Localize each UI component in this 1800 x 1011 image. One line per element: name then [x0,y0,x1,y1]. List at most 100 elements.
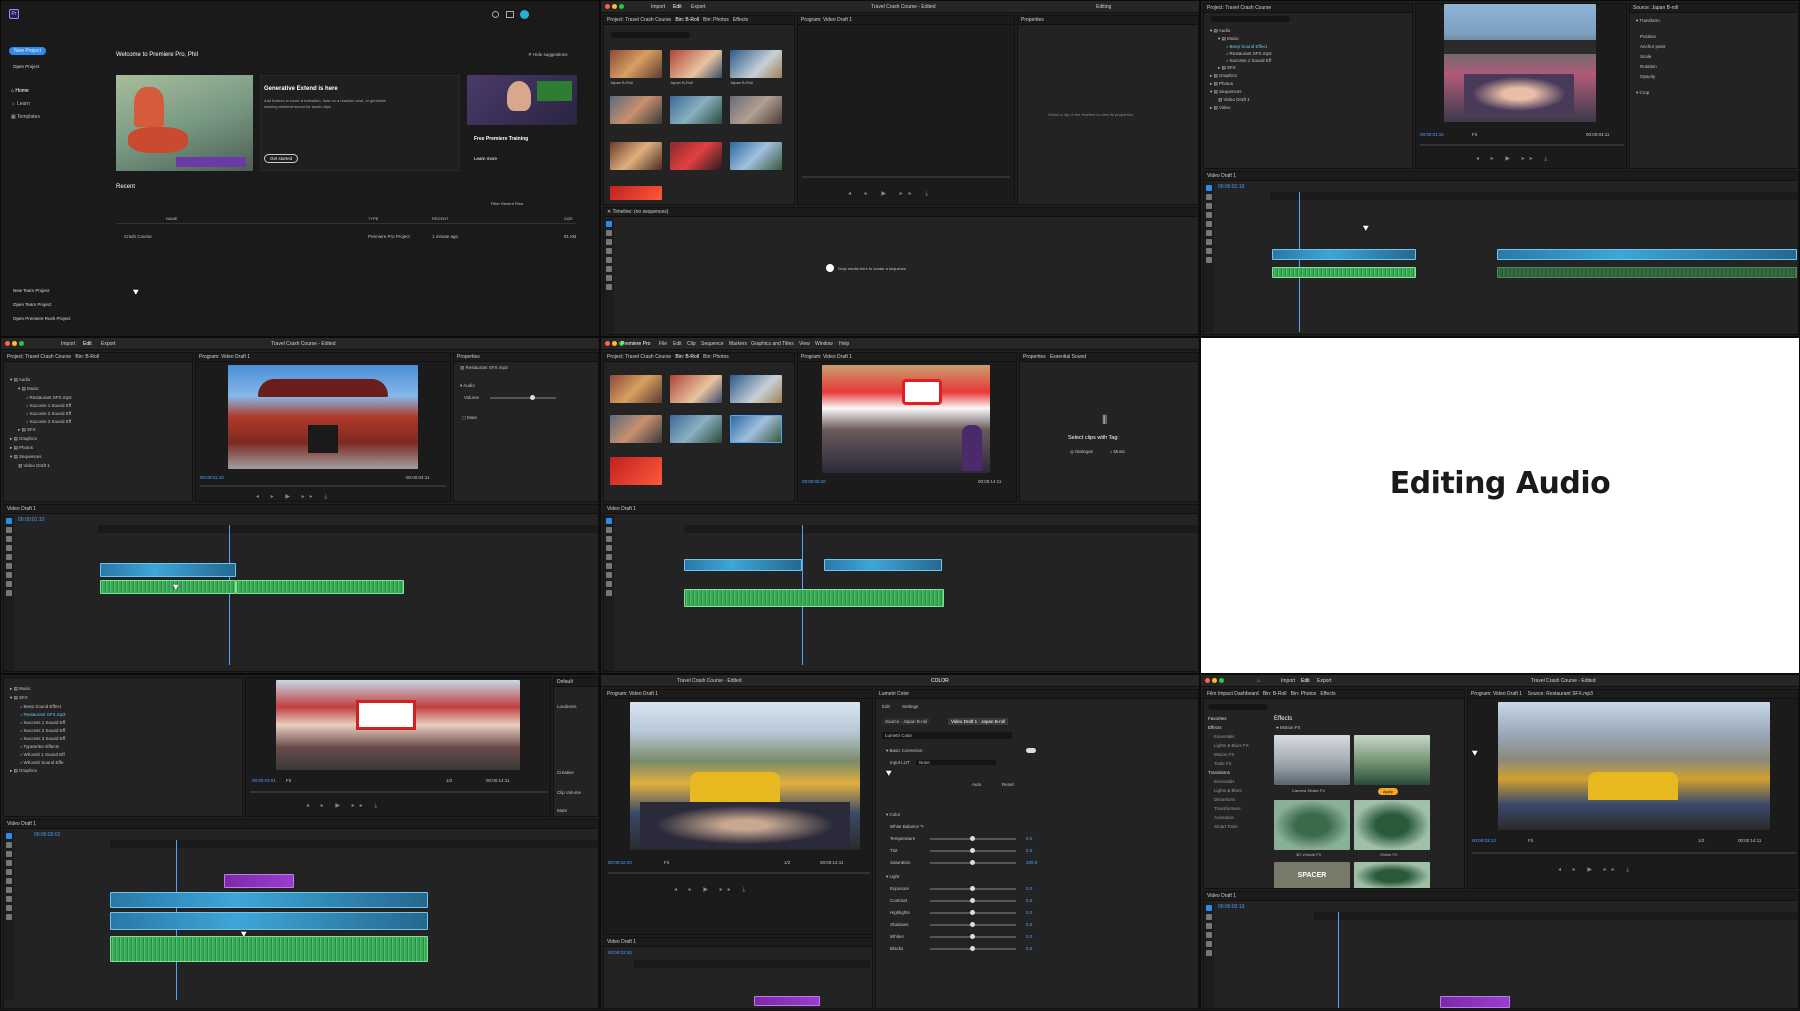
clip-thumb[interactable] [670,375,722,403]
lumetri-param-value[interactable]: 0.0 [1026,898,1032,903]
audio-file-row[interactable]: ♪ Whoosh 1 Sound Eff [20,752,242,757]
clip-thumb[interactable] [670,96,722,124]
bin-search-input[interactable] [610,32,690,38]
col-name[interactable]: NAME [166,216,178,221]
folder-row[interactable]: ▸ ▤ SFX [1218,65,1412,71]
folder-row[interactable]: ▾ ▤ Sequences [10,454,190,460]
program-timecode[interactable]: 00:00:01:10 [1420,132,1444,137]
sequence-tab[interactable]: Video Draft 1 [1204,892,1798,901]
volume-slider[interactable] [490,395,556,400]
clip-thumb[interactable] [610,375,662,403]
menu-file[interactable]: File [659,341,667,347]
lumetri-preset-select[interactable]: Lumetri Color [882,732,1012,739]
graphic-clip[interactable] [224,874,294,888]
clip-thumb[interactable] [730,142,782,170]
transport-controls[interactable]: ◂ ▸ ▶ ▸▸ ⤓ [306,802,382,810]
ratio-dropdown[interactable]: 1/2 [784,860,790,865]
clip-thumb[interactable] [610,50,662,78]
fit-dropdown[interactable]: Fit [664,860,669,865]
properties-tab[interactable]: Properties [1018,16,1198,25]
light-section[interactable]: ▾ Light [886,874,899,880]
monitor-scrubber[interactable] [802,176,1010,178]
lumetri-param-value[interactable]: 0.0 [1026,922,1032,927]
menu-edit[interactable]: Edit [673,341,682,347]
lumetri-param-slider[interactable] [930,860,1016,865]
table-row[interactable]: Crash Course Premiere Pro Project 1 minu… [116,234,576,242]
clip-thumb[interactable] [610,142,662,170]
lumetri-param-slider[interactable] [930,946,1016,951]
monitor-scrubber[interactable] [250,791,548,793]
export-tab[interactable]: Export [101,341,115,347]
lumetri-param-value[interactable]: 100.0 [1026,860,1037,865]
effects-category-item[interactable]: Smart Tools [1214,824,1270,829]
lumetri-param-knob[interactable] [970,898,975,903]
home-icon[interactable]: ⌂ [1257,678,1260,684]
essential-sound-tab[interactable]: Default [554,678,598,687]
search-icon[interactable] [492,11,499,18]
nav-home[interactable]: ⌂ Home [11,88,40,94]
clip-thumb[interactable] [670,142,722,170]
tools-panel[interactable] [1204,902,1214,1008]
workspace-label[interactable]: Editing [1096,4,1111,10]
folder-row[interactable]: ▾ ▤ Audio [10,377,190,383]
audio-clip[interactable] [236,580,404,594]
menu-view[interactable]: View [799,341,810,347]
folder-row[interactable]: ▾ ▤ Music [18,386,192,392]
reset-button[interactable]: Reset [1002,782,1014,787]
edit-tab[interactable]: Edit [1301,678,1310,684]
program-monitor-tab[interactable]: Program: Video Draft 1 [196,353,450,362]
loudness-section[interactable]: Loudness [557,704,577,709]
get-started-button[interactable]: Get started [264,154,299,163]
effect-preset-thumb[interactable] [1354,735,1430,785]
program-monitor-tab[interactable]: Program: Video Draft 1 [604,690,872,699]
timeline-ruler[interactable] [1270,192,1798,200]
linked-video-clip[interactable] [110,912,428,930]
bin-tabs[interactable]: Project: Travel Crash Course Bin: B-Roll [4,353,192,362]
transport-controls[interactable]: ◂ ▸ ▶ ▸▸ ⤓ [1476,155,1552,163]
timeline-timecode[interactable]: 00:00:02:20 [608,950,632,955]
lumetri-param-knob[interactable] [970,946,975,951]
folder-row[interactable]: ▾ ▤ SFX [10,695,240,701]
open-rush-project-link[interactable]: Open Premiere Rush Project [13,316,71,321]
audio-file-row[interactable]: ♪ Success 1 Sound Eff [20,720,242,725]
lumetri-param-slider[interactable] [930,898,1016,903]
sequence-row[interactable]: ▥ Video Draft 1 [1218,97,1412,103]
audio-clip[interactable] [1497,267,1797,278]
clip-thumb[interactable] [610,96,662,124]
lumetri-param-value[interactable]: 0.0 [1026,836,1032,841]
window-controls[interactable] [605,4,626,11]
project-search-input[interactable] [1210,16,1290,22]
audio-file-row[interactable]: ♪ Typewriter Effects [20,744,242,749]
lumetri-param-knob[interactable] [970,848,975,853]
lumetri-param-knob[interactable] [970,922,975,927]
folder-row[interactable]: ▸ ▤ Graphics [10,768,240,774]
timeline-ruler[interactable] [1314,912,1798,920]
apply-button[interactable]: Apply [1378,788,1399,795]
audio-file-row[interactable]: ♪ Beep Sound Effect [1226,44,1412,49]
essential-sound-tab[interactable]: Properties Essential Sound [1020,353,1198,362]
folder-row[interactable]: ▸ ▤ Photos [10,445,190,451]
effects-category-item[interactable]: Tools FX [1214,761,1270,766]
mute-toggle[interactable]: Mute [557,808,567,813]
clip-thumb[interactable] [610,457,662,485]
effect-preset-thumb[interactable] [1274,800,1350,850]
timeline-timecode[interactable]: 00:00:01:10 [18,517,44,523]
timeline-ruler[interactable] [634,960,870,968]
sequence-row[interactable]: ▥ Video Draft 1 [18,463,192,469]
folder-row[interactable]: ▾ ▤ Audio [1210,28,1410,34]
import-tab[interactable]: Import [1281,678,1295,684]
lumetri-edit-tab[interactable]: Edit [882,704,890,709]
video-clip[interactable] [1272,249,1416,260]
folder-row[interactable]: ▸ ▤ Graphics [1210,73,1410,79]
audio-clip[interactable] [1272,267,1416,278]
clip-thumb[interactable] [610,186,662,200]
playhead[interactable] [1338,912,1339,1008]
timeline-timecode[interactable]: 00:00:03:13 [1218,904,1244,910]
sequence-tab[interactable]: Video Draft 1 [1204,172,1798,181]
effect-preset-thumb[interactable] [1354,862,1430,888]
folder-row[interactable]: ▸ ▤ Graphics [10,436,190,442]
timeline-ruler[interactable] [110,840,598,848]
window-controls[interactable] [5,341,26,348]
transport-controls[interactable]: ◂ ▸ ▶ ▸▸ ⤓ [848,190,934,198]
creative-section[interactable]: Creative [557,770,574,775]
